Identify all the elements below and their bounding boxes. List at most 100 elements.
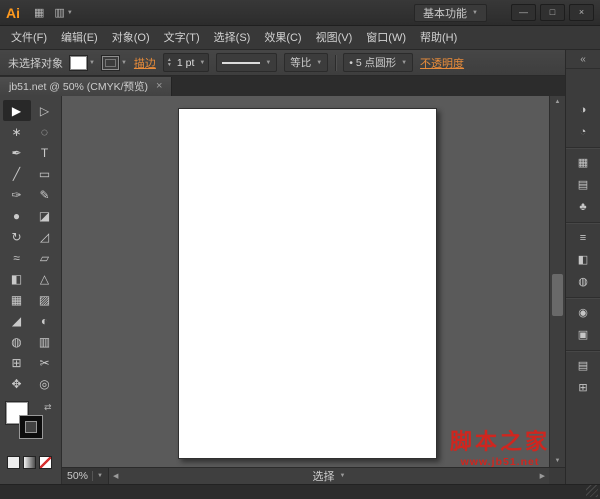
workspace-switcher[interactable]: 基本功能 ▼	[414, 3, 487, 22]
selection-tool[interactable]: ▶	[2, 100, 31, 121]
illustrator-window: Ai ▦ ▥ ▼ 基本功能 ▼ — □ × 文件(F) 编辑(E) 对象(O) 文字(…	[0, 0, 600, 499]
stroke-color-control[interactable]: ▼	[101, 55, 127, 70]
swatches-panel-icon[interactable]: ▦	[570, 153, 596, 173]
rectangle-tool[interactable]: ▭	[31, 163, 59, 184]
menu-item-7[interactable]: 视图(V)	[309, 26, 360, 50]
pencil-tool[interactable]: ✎	[31, 184, 59, 205]
symbol-sprayer-tool[interactable]: ◍	[3, 331, 31, 352]
chevron-down-icon: ▼	[401, 59, 408, 66]
color-button[interactable]	[7, 456, 20, 469]
artboards-panel-icon[interactable]: ⊞	[570, 378, 596, 398]
arrange-documents-icon[interactable]: ▥ ▼	[54, 6, 72, 19]
zoom-dropdown[interactable]: 50% ▼	[62, 468, 109, 484]
mesh-tool[interactable]: ▦	[3, 289, 31, 310]
chevron-down-icon: ▼	[66, 9, 73, 16]
menu-item-2[interactable]: 编辑(E)	[54, 26, 105, 50]
stepper-spin-icons[interactable]: ▲ ▼	[167, 57, 172, 68]
dock-collapse-button[interactable]: «	[566, 50, 600, 69]
app-logo: Ai	[6, 4, 20, 21]
width-profile-dropdown[interactable]: 等比 ▼	[284, 53, 329, 72]
close-button[interactable]: ×	[569, 4, 594, 21]
blob-brush-tool[interactable]: ●	[3, 205, 31, 226]
pen-tool[interactable]: ✒	[3, 142, 31, 163]
scroll-down-icon[interactable]: ▼	[550, 455, 565, 467]
column-graph-tool[interactable]: ▥	[31, 331, 59, 352]
menu-item-4[interactable]: 文字(T)	[157, 26, 207, 50]
stroke-style-dropdown[interactable]: ▼	[216, 53, 278, 72]
symbols-panel-icon[interactable]: ♣	[570, 197, 596, 217]
menu-item-3[interactable]: 对象(O)	[105, 26, 157, 50]
vertical-scroll-thumb[interactable]	[552, 274, 563, 316]
gradient-tool[interactable]: ▨	[31, 289, 59, 310]
direct-selection-tool[interactable]: ▷	[31, 100, 59, 121]
dock-group: ▦ ▤ ♣	[566, 148, 600, 223]
appearance-panel-icon[interactable]: ◉	[570, 303, 596, 323]
hand-tool[interactable]: ✥	[3, 373, 31, 394]
color-panel-icon[interactable]: ◑	[570, 100, 596, 120]
document-tab-title: jb51.net @ 50% (CMYK/预览)	[9, 81, 149, 93]
layers-panel-icon[interactable]: ▤	[570, 356, 596, 376]
menubar: 文件(F) 编辑(E) 对象(O) 文字(T) 选择(S) 效果(C) 视图(V) 窗口(W)…	[0, 26, 600, 50]
opacity-link[interactable]: 不透明度	[420, 55, 464, 71]
scroll-up-icon[interactable]: ▲	[550, 96, 565, 108]
horizontal-scrollbar[interactable]: ◀ 选择 ▼ ▶	[109, 468, 549, 484]
free-transform-tool[interactable]: ▱	[31, 247, 59, 268]
watermark-title: 脚本之家	[450, 429, 549, 454]
menu-item-1[interactable]: 文件(F)	[4, 26, 54, 50]
magic-wand-tool[interactable]: ∗	[3, 121, 31, 142]
fill-color-control[interactable]: ▼	[70, 55, 95, 70]
menu-item-9[interactable]: 帮助(H)	[413, 26, 464, 50]
stroke-style-line-icon	[222, 61, 261, 64]
blend-tool[interactable]: ◐	[31, 310, 59, 331]
chevron-down-icon: ▼	[97, 473, 103, 479]
stroke-panel-icon[interactable]: ≡	[570, 228, 596, 248]
menu-item-8[interactable]: 窗口(W)	[359, 26, 413, 50]
menu-item-6[interactable]: 效果(C)	[257, 26, 308, 50]
artboard-tool[interactable]: ⊞	[3, 352, 31, 373]
stroke-panel-link[interactable]: 描边	[134, 55, 156, 71]
minimize-button[interactable]: —	[511, 4, 536, 21]
scroll-left-icon[interactable]: ◀	[113, 472, 118, 480]
stroke-width-stepper[interactable]: ▲ ▼ 1 pt ▼	[162, 53, 210, 72]
brushes-panel-icon[interactable]: ▤	[570, 175, 596, 195]
status-display[interactable]: 选择	[313, 468, 335, 484]
bridge-icon[interactable]: ▦	[34, 6, 44, 19]
perspective-grid-tool[interactable]: △	[31, 268, 59, 289]
gradient-button[interactable]	[23, 456, 36, 469]
menu-item-5[interactable]: 选择(S)	[207, 26, 258, 50]
vertical-scrollbar[interactable]: ▲ ▼	[549, 96, 565, 467]
rotate-tool[interactable]: ↻	[3, 226, 31, 247]
eraser-tool[interactable]: ◪	[31, 205, 59, 226]
spin-down-icon[interactable]: ▼	[167, 62, 172, 68]
document-tab[interactable]: jb51.net @ 50% (CMYK/预览) ×	[0, 77, 173, 96]
eyedropper-tool[interactable]: ◢	[3, 310, 31, 331]
none-button[interactable]	[39, 456, 52, 469]
paintbrush-tool[interactable]: ✑	[3, 184, 31, 205]
dock-groups: ◑ ◔ ▦ ▤ ♣ ≡ ◧ ◍ ◉ ▣ ▤ ⊞	[566, 95, 600, 403]
scroll-right-icon[interactable]: ▶	[540, 472, 545, 480]
transparency-panel-icon[interactable]: ◍	[570, 272, 596, 292]
document-tabbar: jb51.net @ 50% (CMYK/预览) ×	[0, 76, 565, 97]
zoom-tool[interactable]: ◎	[31, 373, 59, 394]
type-tool[interactable]: T	[31, 142, 59, 163]
scale-tool[interactable]: ◿	[31, 226, 59, 247]
line-segment-tool[interactable]: ╱	[3, 163, 31, 184]
brush-definition-dropdown[interactable]: • 5 点圆形 ▼	[343, 53, 414, 72]
resize-grip[interactable]	[586, 485, 598, 497]
zoom-value: 50%	[67, 470, 89, 482]
shape-builder-tool[interactable]: ◧	[3, 268, 31, 289]
graphic-styles-panel-icon[interactable]: ▣	[570, 325, 596, 345]
dock-group: ▤ ⊞	[566, 351, 600, 403]
width-tool[interactable]: ≈	[3, 247, 31, 268]
color-guide-panel-icon[interactable]: ◔	[570, 122, 596, 142]
chevron-down-icon: ▼	[89, 59, 95, 66]
swap-fill-stroke-icon[interactable]: ⇄	[44, 402, 52, 413]
gradient-panel-icon[interactable]: ◧	[570, 250, 596, 270]
maximize-button[interactable]: □	[540, 4, 565, 21]
canvas[interactable]: 脚本之家 www.jb51.net	[62, 96, 549, 467]
tab-close-icon[interactable]: ×	[156, 81, 162, 92]
slice-tool[interactable]: ✂	[31, 352, 59, 373]
stroke-swatch[interactable]	[20, 416, 42, 438]
lasso-tool[interactable]: ◌	[31, 121, 59, 142]
artboard[interactable]	[178, 108, 437, 459]
